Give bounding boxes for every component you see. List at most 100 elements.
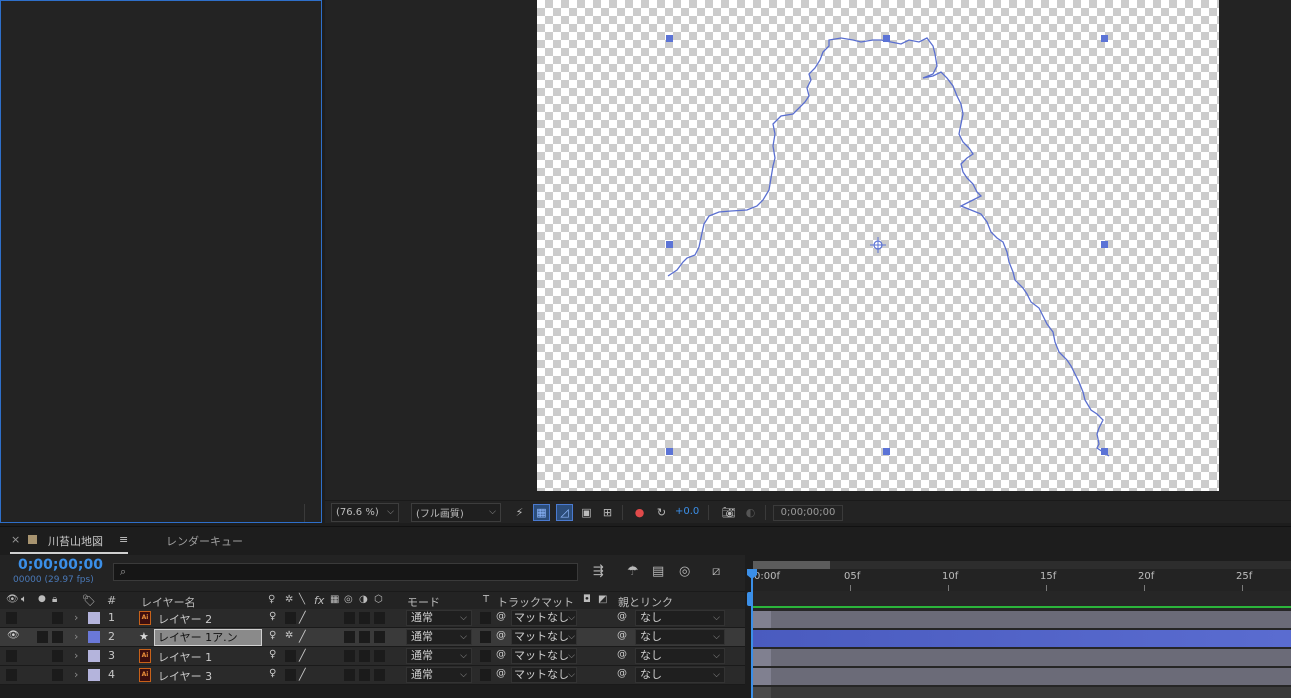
pickwhip-icon[interactable]: @ xyxy=(496,668,506,683)
switch-slot[interactable] xyxy=(344,631,355,643)
current-time-display[interactable]: 0;00;00;00 xyxy=(18,557,103,573)
switch-slot[interactable] xyxy=(359,669,370,681)
expand-chevron-icon[interactable]: › xyxy=(74,611,78,626)
river-path[interactable] xyxy=(667,37,1110,457)
collapse-switch[interactable] xyxy=(285,669,296,681)
lock-icon[interactable]: 🔒︎ xyxy=(52,594,57,605)
project-panel[interactable] xyxy=(0,0,322,523)
layer-duration-bar[interactable] xyxy=(753,611,1291,628)
work-area-range[interactable] xyxy=(753,561,830,569)
time-ruler[interactable]: 0:00f 05f 10f 15f 20f 25f xyxy=(753,569,1291,591)
layer-name[interactable]: レイヤー 2 xyxy=(158,611,212,626)
eye-icon[interactable]: 👁︎ xyxy=(7,630,20,645)
composition-viewer[interactable] xyxy=(325,0,1291,500)
color-channels-icon[interactable]: ● xyxy=(631,504,648,521)
pickwhip-icon[interactable]: @ xyxy=(496,611,506,626)
pickwhip-icon[interactable]: @ xyxy=(496,649,506,664)
visibility-toggle[interactable] xyxy=(6,669,17,681)
collapse-switch[interactable] xyxy=(285,650,296,662)
visibility-toggle[interactable] xyxy=(6,650,17,662)
reset-exposure-icon[interactable]: ↻ xyxy=(653,504,670,521)
work-area-bar[interactable] xyxy=(753,561,1291,569)
resolution-dropdown[interactable]: (フル画質) ⌵ xyxy=(411,503,501,522)
switch-slot[interactable] xyxy=(374,631,385,643)
collapse-switch[interactable] xyxy=(285,612,296,624)
anchor-point-icon[interactable] xyxy=(870,237,886,253)
solo-toggle[interactable] xyxy=(37,631,48,643)
switch-slot[interactable] xyxy=(344,612,355,624)
label-icon[interactable]: 🏷︎ xyxy=(82,594,96,607)
quality-switch-icon[interactable]: ╱ xyxy=(299,668,306,683)
comp-tab[interactable]: 川苔山地図 xyxy=(48,533,103,549)
quality-switch-icon[interactable]: ╱ xyxy=(299,611,306,626)
pickwhip-icon[interactable]: @ xyxy=(617,630,627,645)
layer-search-input[interactable]: ⌕ xyxy=(113,563,578,581)
exposure-value[interactable]: +0.0 xyxy=(675,506,699,517)
layer-duration-bar[interactable] xyxy=(753,668,1291,685)
tab-menu-icon[interactable]: ≡ xyxy=(119,533,128,546)
composition-canvas[interactable] xyxy=(537,0,1219,491)
mask-visibility-icon[interactable]: ◿ xyxy=(556,504,573,521)
layer-name-edit-field[interactable]: レイヤー 1ア.ン xyxy=(154,629,262,646)
parent-dropdown[interactable]: なし ⌵ xyxy=(635,610,725,626)
track-matte-dropdown[interactable]: マットなし ⌵ xyxy=(511,667,577,683)
graph-editor-icon[interactable]: ⧄ xyxy=(712,564,720,579)
layer-row[interactable]: › 1 Ai レイヤー 2 ♀ ╱ 通常 ⌵ @ マットなし ⌵ @ なし ⌵ xyxy=(0,609,745,628)
shy-switch-icon[interactable]: ♀ xyxy=(269,611,276,626)
switch-slot[interactable] xyxy=(374,612,385,624)
track-matte-dropdown[interactable]: マットなし ⌵ xyxy=(511,610,577,626)
switch-slot[interactable] xyxy=(344,669,355,681)
mode-dropdown[interactable]: 通常 ⌵ xyxy=(406,667,472,683)
fast-previews-icon[interactable]: ⚡ xyxy=(511,504,528,521)
parent-dropdown[interactable]: なし ⌵ xyxy=(635,629,725,645)
motion-blur-icon[interactable]: ◎ xyxy=(679,564,690,579)
playhead[interactable] xyxy=(751,569,753,698)
pickwhip-icon[interactable]: @ xyxy=(617,668,627,683)
label-color-swatch[interactable] xyxy=(88,669,100,681)
pickwhip-icon[interactable]: @ xyxy=(617,649,627,664)
timeline-tracks[interactable]: 0:00f 05f 10f 15f 20f 25f xyxy=(745,555,1291,698)
visibility-toggle[interactable] xyxy=(6,612,17,624)
switch-slot[interactable] xyxy=(374,669,385,681)
transparency-grid-icon[interactable]: ▦ xyxy=(533,504,550,521)
comp-mini-flowchart-icon[interactable]: ⇶ xyxy=(593,564,604,579)
collapse-switch-icon[interactable]: ✲ xyxy=(285,630,293,645)
close-tab-icon[interactable]: × xyxy=(11,533,20,546)
expand-chevron-icon[interactable]: › xyxy=(74,630,78,645)
magnification-dropdown[interactable]: (76.6 %) ⌵ xyxy=(331,503,399,522)
preserve-transparency-toggle[interactable] xyxy=(480,631,491,643)
switch-slot[interactable] xyxy=(359,631,370,643)
mode-dropdown[interactable]: 通常 ⌵ xyxy=(406,629,472,645)
playhead-marker[interactable] xyxy=(747,592,753,606)
preserve-transparency-toggle[interactable] xyxy=(480,650,491,662)
frame-blending-icon[interactable]: ▤ xyxy=(652,564,664,579)
layer-duration-bar[interactable] xyxy=(753,649,1291,666)
switch-slot[interactable] xyxy=(374,650,385,662)
camera-icon[interactable]: 📷︎ xyxy=(720,504,737,521)
mode-dropdown[interactable]: 通常 ⌵ xyxy=(406,648,472,664)
preserve-transparency-toggle[interactable] xyxy=(480,612,491,624)
preserve-transparency-toggle[interactable] xyxy=(480,669,491,681)
layer-row[interactable]: › 3 Ai レイヤー 1 ♀ ╱ 通常 ⌵ @ マットなし ⌵ @ なし ⌵ xyxy=(0,647,745,666)
lock-toggle[interactable] xyxy=(52,669,63,681)
eye-icon[interactable]: 👁︎ xyxy=(6,594,19,605)
pickwhip-icon[interactable]: @ xyxy=(617,611,627,626)
label-color-swatch[interactable] xyxy=(88,612,100,624)
parent-dropdown[interactable]: なし ⌵ xyxy=(635,667,725,683)
show-snapshot-icon[interactable]: ◐ xyxy=(742,504,759,521)
column-layer-name[interactable]: レイヤー名 xyxy=(141,594,196,610)
shy-switch-icon[interactable]: ♀ xyxy=(269,649,276,664)
expand-chevron-icon[interactable]: › xyxy=(74,649,78,664)
viewer-timecode[interactable]: 0;00;00;00 xyxy=(773,505,843,521)
quality-switch-icon[interactable]: ╱ xyxy=(299,630,306,645)
track-matte-dropdown[interactable]: マットなし ⌵ xyxy=(511,629,577,645)
quality-switch-icon[interactable]: ╱ xyxy=(299,649,306,664)
expand-chevron-icon[interactable]: › xyxy=(74,668,78,683)
layer-row[interactable]: › 4 Ai レイヤー 3 ♀ ╱ 通常 ⌵ @ マットなし ⌵ @ なし ⌵ xyxy=(0,666,745,685)
switch-slot[interactable] xyxy=(344,650,355,662)
shy-layers-icon[interactable]: ☂ xyxy=(627,564,639,579)
render-queue-tab[interactable]: レンダーキュー xyxy=(166,533,243,549)
lock-toggle[interactable] xyxy=(52,650,63,662)
parent-dropdown[interactable]: なし ⌵ xyxy=(635,648,725,664)
audio-icon[interactable]: 🔈︎ xyxy=(21,594,27,605)
